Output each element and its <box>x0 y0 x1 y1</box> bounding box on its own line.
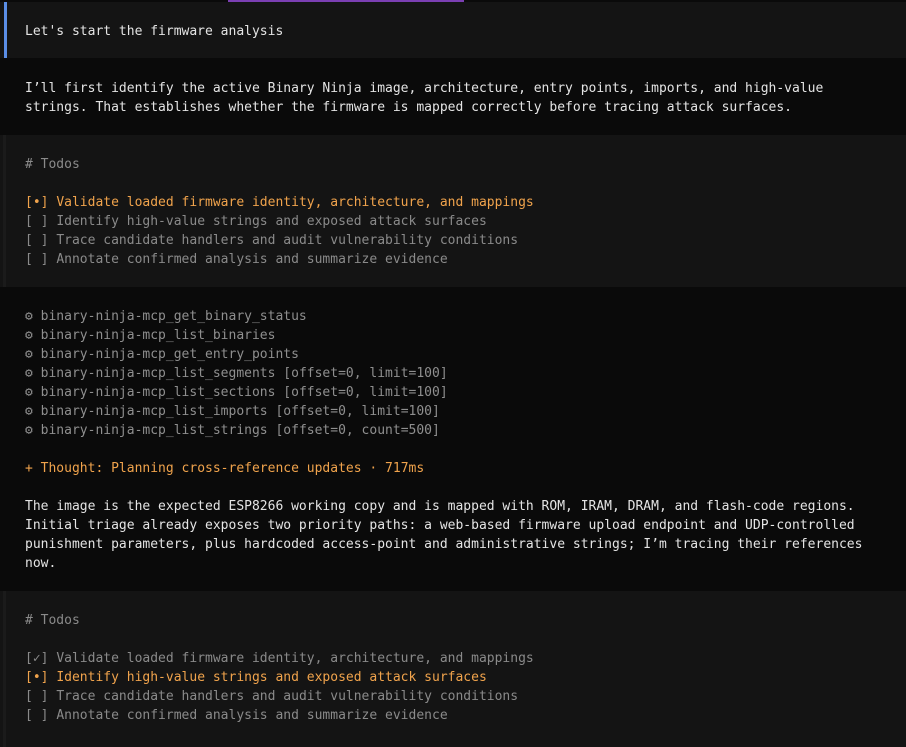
assistant-response-line-1: The image is the expected ESP8266 workin… <box>25 499 855 514</box>
todo-item: [ ] Annotate confirmed analysis and summ… <box>25 706 448 725</box>
tool-call-name: binary-ninja-mcp_list_sections <box>40 385 276 400</box>
todo-text: Validate loaded firmware identity, archi… <box>56 651 534 666</box>
thought-label: Thought: Planning cross-reference update… <box>40 461 362 476</box>
tool-call-name: binary-ninja-mcp_list_imports <box>40 404 268 419</box>
todo-marker: [ ] <box>25 689 49 704</box>
gear-icon: ⚙ <box>25 366 33 381</box>
tool-call-args: [offset=0, count=500] <box>275 423 440 438</box>
todo-heading: # Todos <box>25 613 80 628</box>
tool-call-name: binary-ninja-mcp_list_binaries <box>40 328 276 343</box>
todo-panel-accent <box>3 591 6 747</box>
user-message-accent <box>4 2 7 58</box>
tool-call-name: binary-ninja-mcp_get_binary_status <box>40 309 307 324</box>
todo-item: [ ] Trace candidate handlers and audit v… <box>25 231 518 250</box>
user-message: Let's start the firmware analysis <box>0 2 906 58</box>
gear-icon: ⚙ <box>25 423 33 438</box>
todo-marker: [ ] <box>25 233 49 248</box>
todo-text: Annotate confirmed analysis and summariz… <box>56 252 448 267</box>
assistant-response-line-4: now. <box>25 556 57 571</box>
todo-item: [•] Validate loaded firmware identity, a… <box>25 193 534 212</box>
todo-item: [ ] Annotate confirmed analysis and summ… <box>25 250 448 269</box>
todo-item: [ ] Trace candidate handlers and audit v… <box>25 687 518 706</box>
todo-text: Identify high-value strings and exposed … <box>56 670 487 685</box>
todo-item: [•] Identify high-value strings and expo… <box>25 668 487 687</box>
gear-icon: ⚙ <box>25 404 33 419</box>
gear-icon: ⚙ <box>25 385 33 400</box>
todo-text: Validate loaded firmware identity, archi… <box>56 195 534 210</box>
todo-panel-1: # Todos [•] Validate loaded firmware ide… <box>0 135 906 287</box>
todo-marker: [•] <box>25 670 49 685</box>
gear-icon: ⚙ <box>25 309 33 324</box>
assistant-intro-line-1: I’ll first identify the active Binary Ni… <box>25 81 824 96</box>
todo-item: [✓] Validate loaded firmware identity, a… <box>25 649 534 668</box>
todo-marker: [ ] <box>25 708 49 723</box>
todo-text: Trace candidate handlers and audit vulne… <box>56 233 519 248</box>
user-message-text: Let's start the firmware analysis <box>25 24 284 39</box>
assistant-response-line-3: punishment parameters, plus hardcoded ac… <box>25 537 863 552</box>
todo-marker: [•] <box>25 195 49 210</box>
tool-call[interactable]: ⚙ binary-ninja-mcp_list_segments [offset… <box>25 364 448 383</box>
tool-call[interactable]: ⚙ binary-ninja-mcp_list_binaries <box>25 326 275 345</box>
tool-call[interactable]: ⚙ binary-ninja-mcp_list_imports [offset=… <box>25 402 440 421</box>
tool-call-args: [offset=0, limit=100] <box>275 404 440 419</box>
thought-duration: 717ms <box>385 461 425 476</box>
tool-call-name: binary-ninja-mcp_list_strings <box>40 423 268 438</box>
todo-text: Identify high-value strings and exposed … <box>56 214 487 229</box>
tool-call[interactable]: ⚙ binary-ninja-mcp_list_sections [offset… <box>25 383 448 402</box>
assistant-response-line-2: Initial triage already exposes two prior… <box>25 518 855 533</box>
todo-marker: [ ] <box>25 252 49 267</box>
todo-panel-2: # Todos [✓] Validate loaded firmware ide… <box>0 591 906 747</box>
thought-separator: · <box>369 461 378 476</box>
todo-marker: [✓] <box>25 651 49 666</box>
tool-call-args: [offset=0, limit=100] <box>283 366 448 381</box>
tool-call-name: binary-ninja-mcp_list_segments <box>40 366 276 381</box>
tool-call[interactable]: ⚙ binary-ninja-mcp_list_strings [offset=… <box>25 421 440 440</box>
todo-marker: [ ] <box>25 214 49 229</box>
tool-call[interactable]: ⚙ binary-ninja-mcp_get_binary_status <box>25 307 307 326</box>
gear-icon: ⚙ <box>25 347 33 362</box>
todo-panel-accent <box>3 135 6 287</box>
thought-toggle[interactable]: + Thought: Planning cross-reference upda… <box>25 459 424 478</box>
todo-text: Trace candidate handlers and audit vulne… <box>56 689 519 704</box>
gear-icon: ⚙ <box>25 328 33 343</box>
todo-heading: # Todos <box>25 157 80 172</box>
assistant-intro-line-2: strings. That establishes whether the fi… <box>25 100 793 115</box>
todo-text: Annotate confirmed analysis and summariz… <box>56 708 448 723</box>
expand-icon: + <box>25 461 33 476</box>
tool-call-name: binary-ninja-mcp_get_entry_points <box>40 347 299 362</box>
tool-call-args: [offset=0, limit=100] <box>283 385 448 400</box>
todo-item: [ ] Identify high-value strings and expo… <box>25 212 487 231</box>
tool-call[interactable]: ⚙ binary-ninja-mcp_get_entry_points <box>25 345 299 364</box>
